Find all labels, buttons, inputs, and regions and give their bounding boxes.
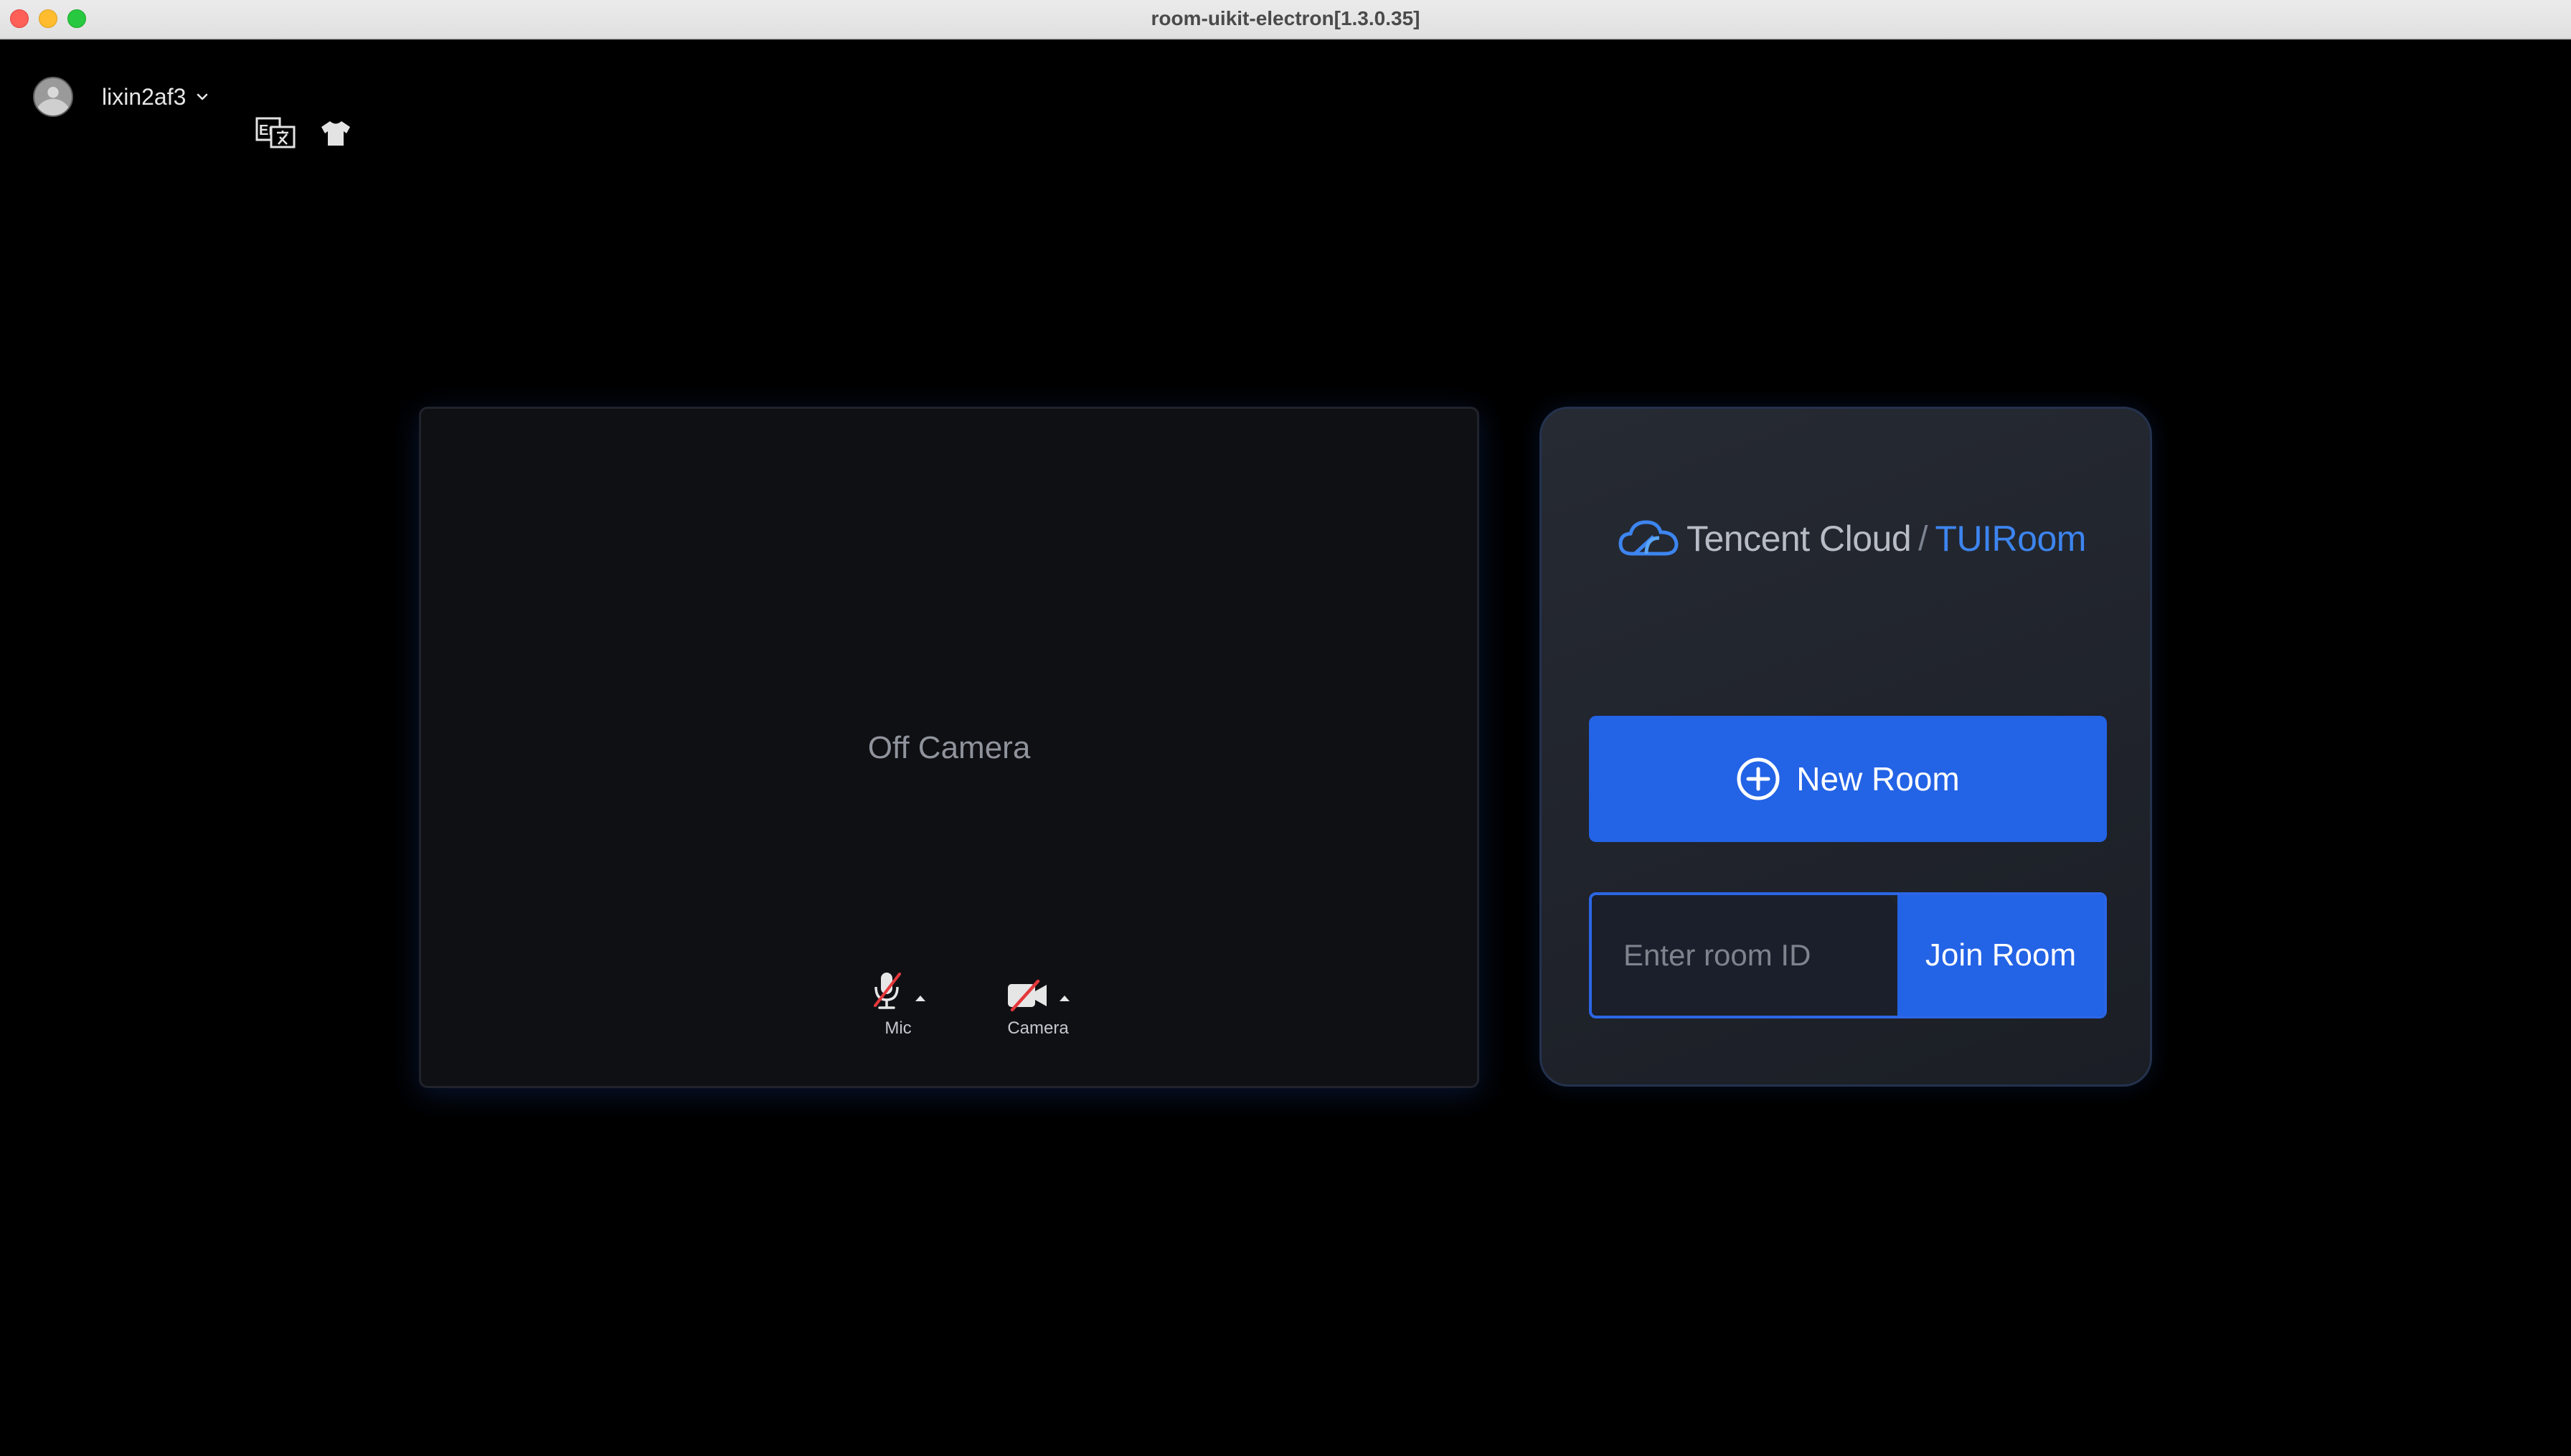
room-action-panel: Tencent Cloud / TUIRoom New Room Join Ro… <box>1539 407 2152 1087</box>
plus-circle-icon <box>1737 757 1780 800</box>
language-switch-icon[interactable]: En <box>255 117 296 148</box>
mic-label: Mic <box>884 1018 912 1038</box>
user-menu[interactable]: lixin2af3 <box>33 75 210 118</box>
new-room-button[interactable]: New Room <box>1589 716 2107 842</box>
mic-control[interactable]: Mic <box>859 961 938 1039</box>
join-room-label: Join Room <box>1925 937 2077 973</box>
logo-product-text: TUIRoom <box>1935 519 2087 559</box>
chevron-down-icon[interactable] <box>194 89 210 105</box>
join-room-group: Join Room <box>1589 892 2107 1018</box>
window-titlebar: room-uikit-electron[1.3.0.35] <box>0 0 2571 39</box>
camera-settings-caret-icon[interactable] <box>1060 994 1070 1001</box>
shirt-icon[interactable] <box>320 120 352 147</box>
user-name[interactable]: lixin2af3 <box>102 84 186 110</box>
mic-settings-caret-icon[interactable] <box>915 994 925 1001</box>
join-room-button[interactable]: Join Room <box>1897 895 2104 1016</box>
camera-off-icon[interactable] <box>1006 980 1048 1011</box>
new-room-label: New Room <box>1796 760 1960 798</box>
camera-preview: Off Camera Mic Camera <box>419 407 1479 1088</box>
window-title: room-uikit-electron[1.3.0.35] <box>1151 7 1420 29</box>
avatar[interactable] <box>33 77 73 117</box>
camera-label: Camera <box>1007 1018 1069 1038</box>
brand-logo: Tencent Cloud / TUIRoom <box>1618 516 2086 561</box>
app-main: lixin2af3 En Off Camera Mic Camera Tence… <box>0 39 2571 1456</box>
tencent-cloud-logo-icon <box>1618 520 1679 556</box>
camera-control[interactable]: Camera <box>981 961 1095 1039</box>
logo-brand-text: Tencent Cloud <box>1687 519 1912 559</box>
room-id-input[interactable] <box>1592 895 1897 1016</box>
logo-separator: / <box>1918 519 1928 558</box>
camera-status-text: Off Camera <box>867 730 1031 765</box>
mic-muted-icon[interactable] <box>871 970 904 1011</box>
